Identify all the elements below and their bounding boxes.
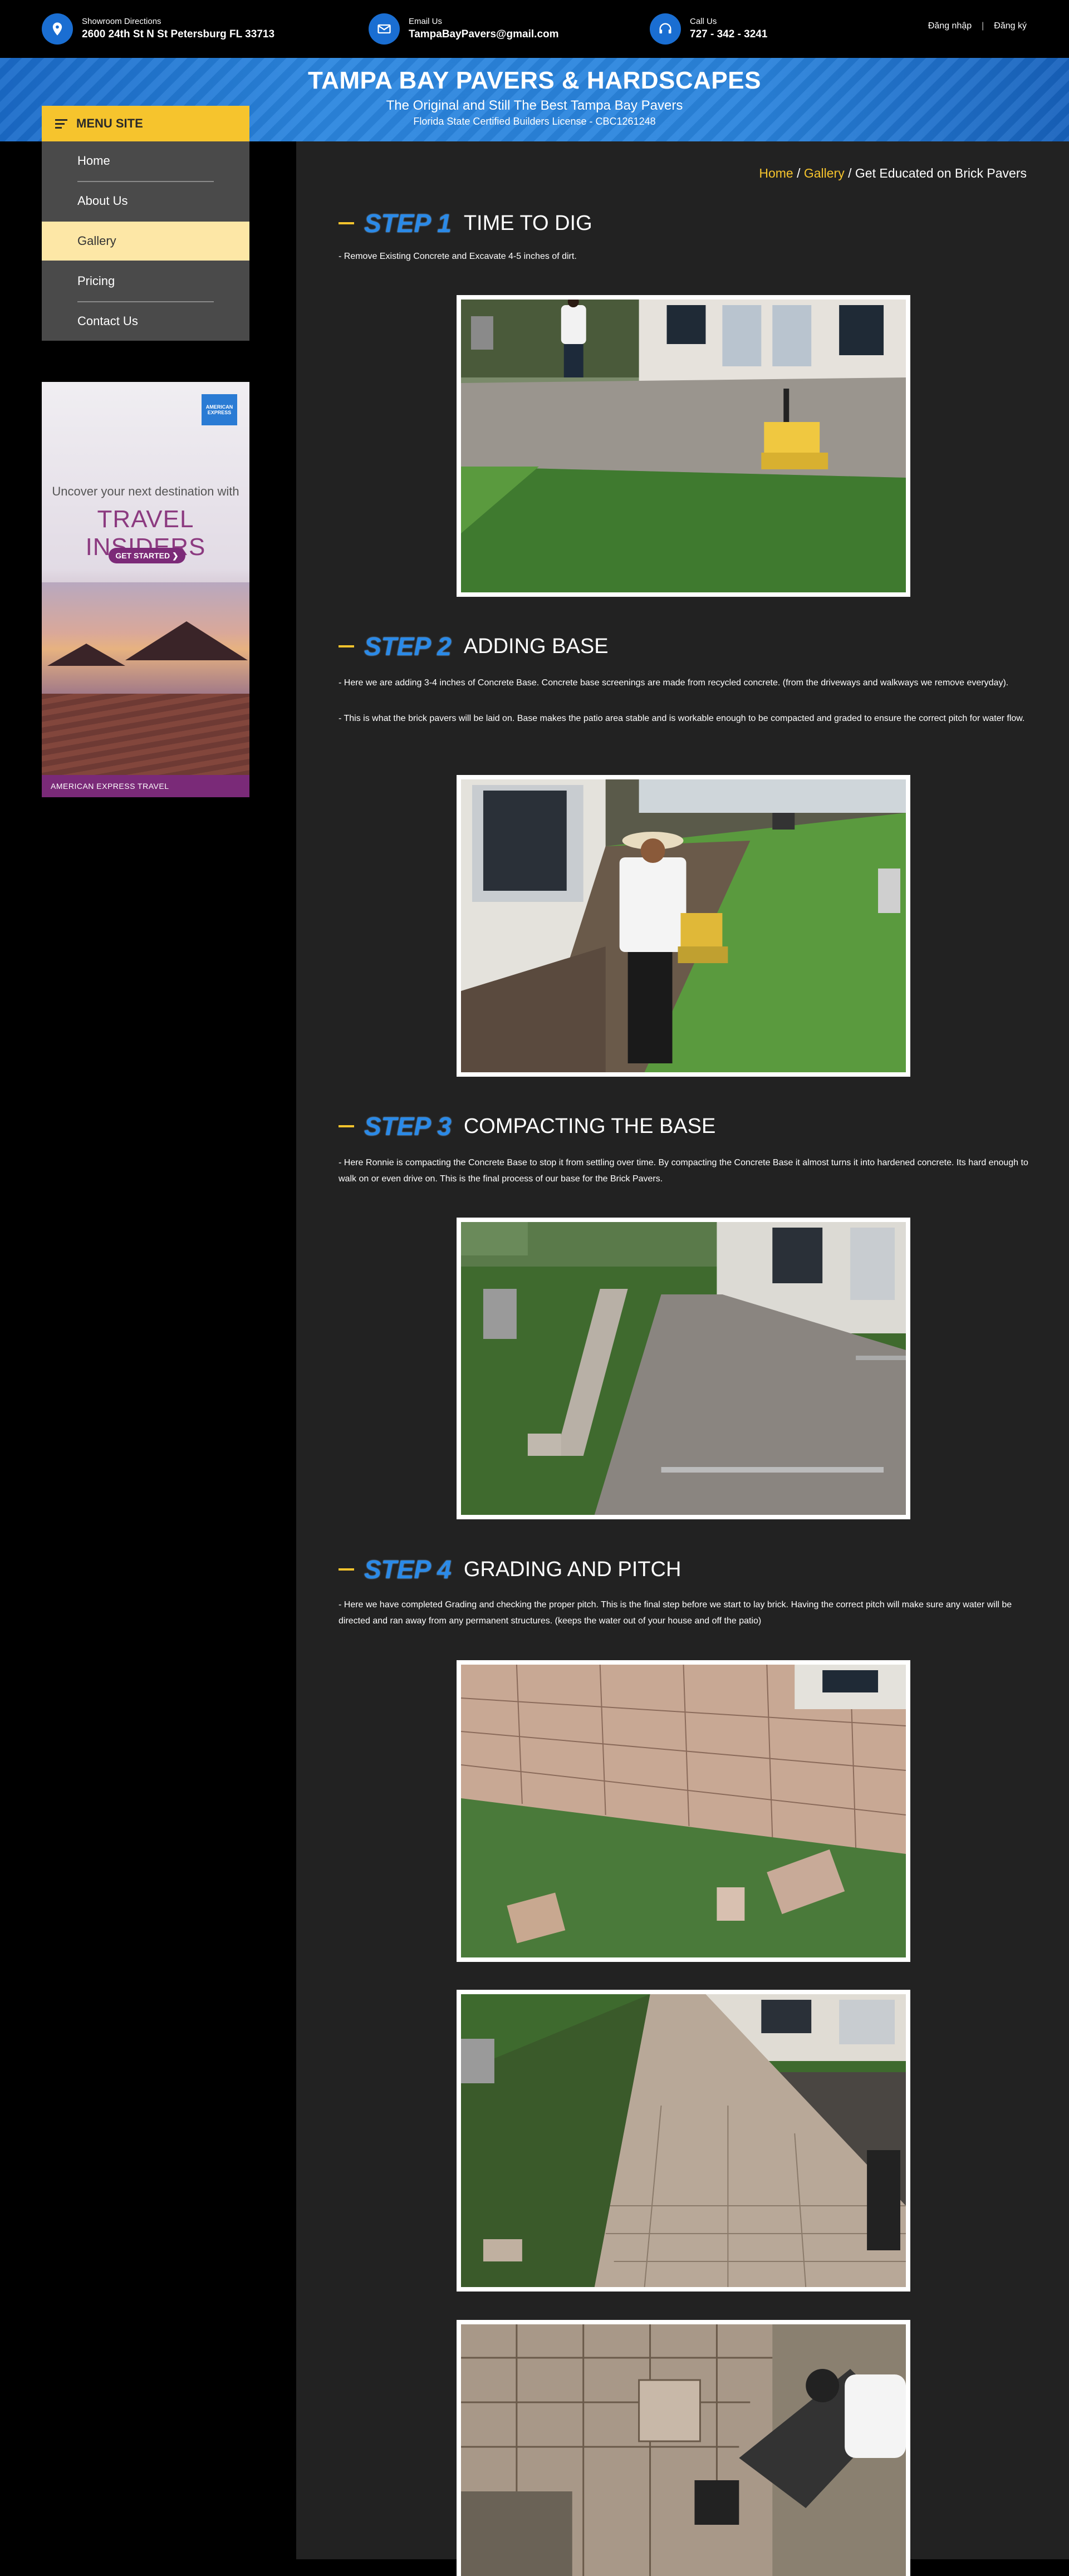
menu-item-label: Gallery xyxy=(77,234,116,248)
location-pin-icon xyxy=(42,13,73,45)
menu-item-label: Pricing xyxy=(77,274,115,288)
step-name: TIME TO DIG xyxy=(463,211,592,235)
email-contact[interactable]: Email Us TampaBayPavers@gmail.com xyxy=(369,13,559,45)
ad-deck-image xyxy=(42,694,249,775)
menu-heading: MENU SITE xyxy=(76,116,143,130)
travel-ad-banner[interactable]: AMERICAN EXPRESS Uncover your next desti… xyxy=(42,382,249,797)
step-description: - This is what the brick pavers will be … xyxy=(339,714,1025,723)
menu-item-label: Home xyxy=(77,154,110,168)
step-photo[interactable] xyxy=(457,1218,910,1519)
step-photo[interactable] xyxy=(457,775,910,1077)
step-number: STEP 4 xyxy=(364,1555,452,1584)
menu-item-label: Contact Us xyxy=(77,314,138,328)
ad-get-started-button[interactable]: GET STARTED ❯ xyxy=(109,548,185,563)
login-link[interactable]: Đăng nhập xyxy=(928,21,972,31)
step-dash xyxy=(339,222,354,224)
step-heading: STEP 3 COMPACTING THE BASE xyxy=(339,1111,715,1141)
step-heading: STEP 4 GRADING AND PITCH xyxy=(339,1554,681,1584)
menu-item-home[interactable]: Home xyxy=(42,141,249,180)
breadcrumb-gallery[interactable]: Gallery xyxy=(804,166,845,180)
step-number: STEP 1 xyxy=(364,209,452,238)
headset-icon xyxy=(650,13,681,45)
menu-lines-icon xyxy=(55,117,67,131)
register-link[interactable]: Đăng ký xyxy=(994,21,1027,31)
step-description: - Here we have completed Grading and che… xyxy=(339,1600,1012,1626)
ad-hut-image xyxy=(47,644,125,666)
step-number: STEP 2 xyxy=(364,632,452,661)
step-photo[interactable] xyxy=(457,2320,910,2576)
auth-links: Đăng nhập | Đăng ký xyxy=(928,21,1027,31)
breadcrumb-sep: / xyxy=(844,166,855,180)
phone-label: Call Us xyxy=(690,17,717,26)
step-heading: STEP 2 ADDING BASE xyxy=(339,631,609,661)
step-dash xyxy=(339,1125,354,1127)
menu-list: Home About Us Gallery Pricing Contact Us xyxy=(42,141,249,341)
menu-header: MENU SITE xyxy=(42,106,249,141)
auth-separator: | xyxy=(982,21,984,31)
showroom-directions[interactable]: Showroom Directions 2600 24th St N St Pe… xyxy=(42,13,274,45)
breadcrumb-sep: / xyxy=(793,166,804,180)
menu-item-contact-us[interactable]: Contact Us xyxy=(42,302,249,341)
email-label: Email Us xyxy=(409,17,443,26)
ad-hut-image xyxy=(125,621,248,660)
step-description: - Here we are adding 3-4 inches of Concr… xyxy=(339,678,1009,688)
amex-logo: AMERICAN EXPRESS xyxy=(202,394,237,425)
ad-line-1: Uncover your next destination with xyxy=(52,484,239,498)
site-title: TAMPA BAY PAVERS & HARDSCAPES xyxy=(308,67,761,94)
breadcrumb: Home / Gallery / Get Educated on Brick P… xyxy=(759,166,1027,181)
showroom-label: Showroom Directions xyxy=(82,17,161,26)
top-bar: Showroom Directions 2600 24th St N St Pe… xyxy=(0,0,1069,58)
step-description: - Here Ronnie is compacting the Concrete… xyxy=(339,1158,1028,1184)
menu-item-about-us[interactable]: About Us xyxy=(42,181,249,220)
breadcrumb-current: Get Educated on Brick Pavers xyxy=(855,166,1027,180)
step-name: ADDING BASE xyxy=(463,634,609,658)
showroom-address: 2600 24th St N St Petersburg FL 33713 xyxy=(82,28,275,40)
menu-item-pricing[interactable]: Pricing xyxy=(42,262,249,301)
step-name: COMPACTING THE BASE xyxy=(463,1114,716,1138)
main-content: Home / Gallery / Get Educated on Brick P… xyxy=(296,141,1069,2576)
ad-footer: AMERICAN EXPRESS TRAVEL xyxy=(42,775,249,797)
menu-item-label: About Us xyxy=(77,194,128,208)
step-name: GRADING AND PITCH xyxy=(463,1557,681,1581)
step-dash xyxy=(339,1568,354,1571)
step-dash xyxy=(339,645,354,647)
step-number: STEP 3 xyxy=(364,1112,452,1141)
step-photo[interactable] xyxy=(457,295,910,597)
step-description: - Remove Existing Concrete and Excavate … xyxy=(339,252,577,261)
phone-contact[interactable]: Call Us 727 - 342 - 3241 xyxy=(650,13,767,45)
email-address: TampaBayPavers@gmail.com xyxy=(409,28,559,40)
envelope-icon xyxy=(369,13,400,45)
menu-item-gallery[interactable]: Gallery xyxy=(42,222,249,261)
phone-number: 727 - 342 - 3241 xyxy=(690,28,768,40)
step-photo[interactable] xyxy=(457,1990,910,2292)
step-heading: STEP 1 TIME TO DIG xyxy=(339,208,592,238)
step-photo[interactable] xyxy=(457,1660,910,1962)
breadcrumb-home[interactable]: Home xyxy=(759,166,793,180)
